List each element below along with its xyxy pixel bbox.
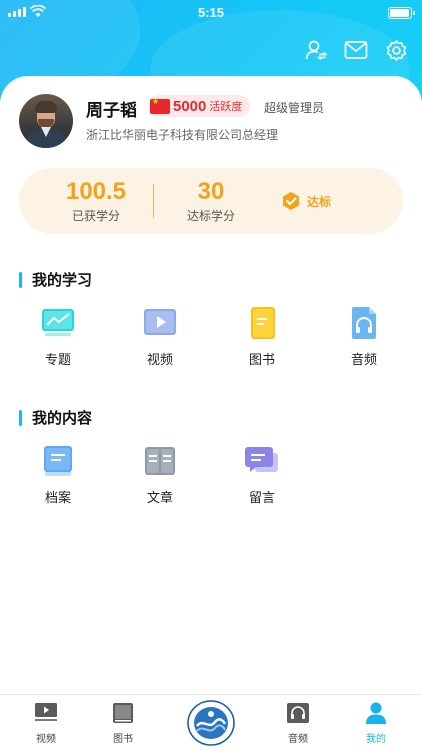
- activity-label: 活跃度: [209, 100, 243, 113]
- article-icon: [141, 444, 179, 478]
- profile-tab-icon: [366, 702, 386, 724]
- credit-summary-card: 100.5 已获学分 30 达标学分 达标: [19, 168, 403, 234]
- target-credits: 30 达标学分: [156, 178, 266, 224]
- tab-home-logo[interactable]: [185, 700, 237, 746]
- section-my-learning: 我的学习: [19, 269, 92, 290]
- section-my-learning-title: 我的学习: [32, 271, 93, 289]
- activity-badge: 5000 活跃度: [148, 95, 251, 117]
- message-icon: [243, 444, 281, 478]
- learning-item-label: 视频: [146, 353, 173, 368]
- section-my-content: 我的内容: [19, 407, 92, 428]
- earned-credits-value: 100.5: [65, 178, 127, 205]
- learning-item-video[interactable]: 视频: [120, 306, 200, 368]
- video-icon: [141, 306, 179, 340]
- content-item-archive[interactable]: 档案: [18, 444, 98, 506]
- section-my-content-title: 我的内容: [32, 409, 93, 427]
- user-role: 超级管理员: [264, 101, 325, 115]
- book-tab-icon: [113, 703, 133, 723]
- user-company: 浙江比华丽电子科技有限公司总经理: [86, 128, 279, 142]
- user-name: 周子韬: [86, 101, 137, 121]
- score-divider: [153, 184, 154, 218]
- target-credits-label: 达标学分: [186, 209, 235, 223]
- tab-label: 我的: [366, 734, 386, 745]
- institution-logo-icon: [187, 700, 235, 746]
- mail-icon[interactable]: [344, 38, 368, 62]
- audio-tab-icon: [287, 703, 309, 723]
- switch-user-icon[interactable]: [304, 38, 328, 62]
- learning-item-topic[interactable]: 专题: [18, 306, 98, 368]
- settings-gear-icon[interactable]: [384, 38, 408, 62]
- audio-headphones-icon: [345, 306, 383, 340]
- book-icon: [243, 306, 281, 340]
- topic-monitor-icon: [39, 306, 77, 340]
- tab-label: 视频: [36, 734, 56, 745]
- archive-icon: [39, 444, 77, 478]
- learning-item-book[interactable]: 图书: [222, 306, 302, 368]
- tab-profile[interactable]: 我的: [346, 702, 406, 745]
- tab-label: 图书: [113, 734, 133, 745]
- battery-icon: [388, 7, 415, 19]
- check-hexagon-icon: [283, 192, 299, 210]
- earned-credits-label: 已获学分: [71, 209, 120, 223]
- content-item-label: 留言: [248, 491, 275, 506]
- content-item-message[interactable]: 留言: [222, 444, 302, 506]
- header-actions: [304, 38, 408, 62]
- learning-item-label: 图书: [248, 353, 275, 368]
- status-time: 5:15: [197, 5, 225, 20]
- status-bar: 5:15: [0, 0, 422, 26]
- target-credits-value: 30: [197, 178, 225, 205]
- standard-status-label: 达标: [307, 194, 332, 209]
- tab-label: 音频: [288, 734, 308, 745]
- content-item-article[interactable]: 文章: [120, 444, 200, 506]
- content-item-label: 档案: [44, 491, 71, 506]
- earned-credits: 100.5 已获学分: [41, 178, 151, 224]
- content-item-label: 文章: [146, 491, 173, 506]
- learning-item-label: 专题: [44, 353, 71, 368]
- tab-book[interactable]: 图书: [93, 702, 153, 745]
- learning-item-label: 音频: [350, 353, 377, 368]
- activity-score: 5000: [173, 97, 207, 115]
- video-tab-icon: [35, 703, 57, 721]
- tab-audio[interactable]: 音频: [268, 702, 328, 745]
- china-flag-icon: [150, 97, 170, 114]
- learning-item-audio[interactable]: 音频: [324, 306, 404, 368]
- standard-status: 达标: [281, 191, 331, 211]
- avatar[interactable]: [19, 94, 73, 148]
- tab-video[interactable]: 视频: [16, 702, 76, 745]
